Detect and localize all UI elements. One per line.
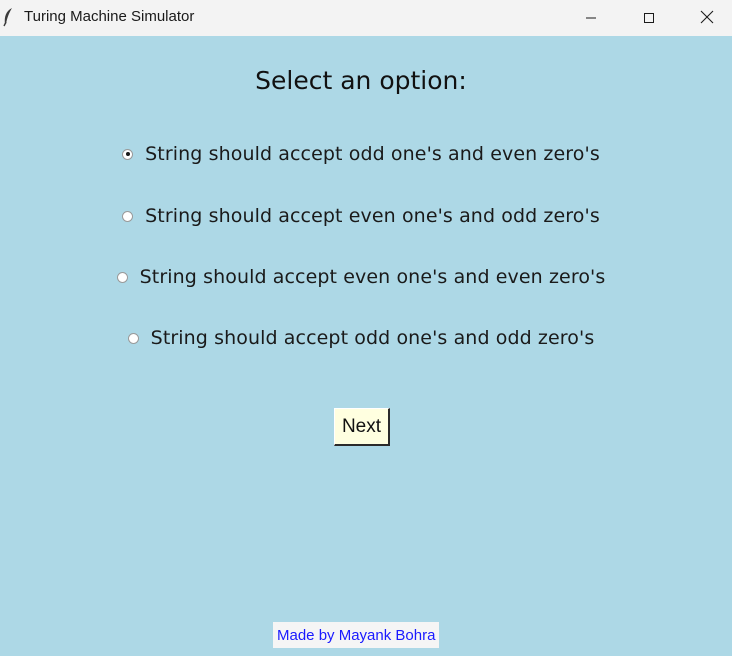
- minimize-button[interactable]: [562, 0, 620, 36]
- maximize-icon: [643, 9, 655, 28]
- window-title: Turing Machine Simulator: [24, 8, 195, 25]
- radio-button[interactable]: [122, 210, 134, 222]
- feather-icon: [2, 7, 14, 27]
- radio-button[interactable]: [127, 332, 139, 344]
- main-panel: Select an option: String should accept o…: [0, 36, 732, 656]
- close-button[interactable]: [678, 0, 732, 36]
- option-label: String should accept odd one's and even …: [145, 143, 600, 165]
- option-label: String should accept even one's and even…: [139, 266, 606, 288]
- option-label: String should accept odd one's and odd z…: [150, 327, 595, 349]
- option-odd-ones-even-zeros[interactable]: String should accept odd one's and even …: [0, 140, 732, 168]
- option-odd-ones-odd-zeros[interactable]: String should accept odd one's and odd z…: [0, 324, 732, 352]
- radio-button-selected[interactable]: [122, 148, 134, 160]
- next-button[interactable]: Next: [334, 408, 390, 446]
- option-even-ones-even-zeros[interactable]: String should accept even one's and even…: [0, 263, 732, 291]
- option-label: String should accept even one's and odd …: [145, 205, 600, 227]
- title-bar: Turing Machine Simulator: [0, 0, 732, 36]
- radio-button[interactable]: [116, 271, 128, 283]
- maximize-button[interactable]: [620, 0, 678, 36]
- page-title: Select an option:: [255, 66, 467, 95]
- minimize-icon: [585, 9, 597, 28]
- close-icon: [700, 9, 714, 28]
- option-even-ones-odd-zeros[interactable]: String should accept even one's and odd …: [0, 202, 732, 230]
- credit-label: Made by Mayank Bohra: [273, 622, 440, 648]
